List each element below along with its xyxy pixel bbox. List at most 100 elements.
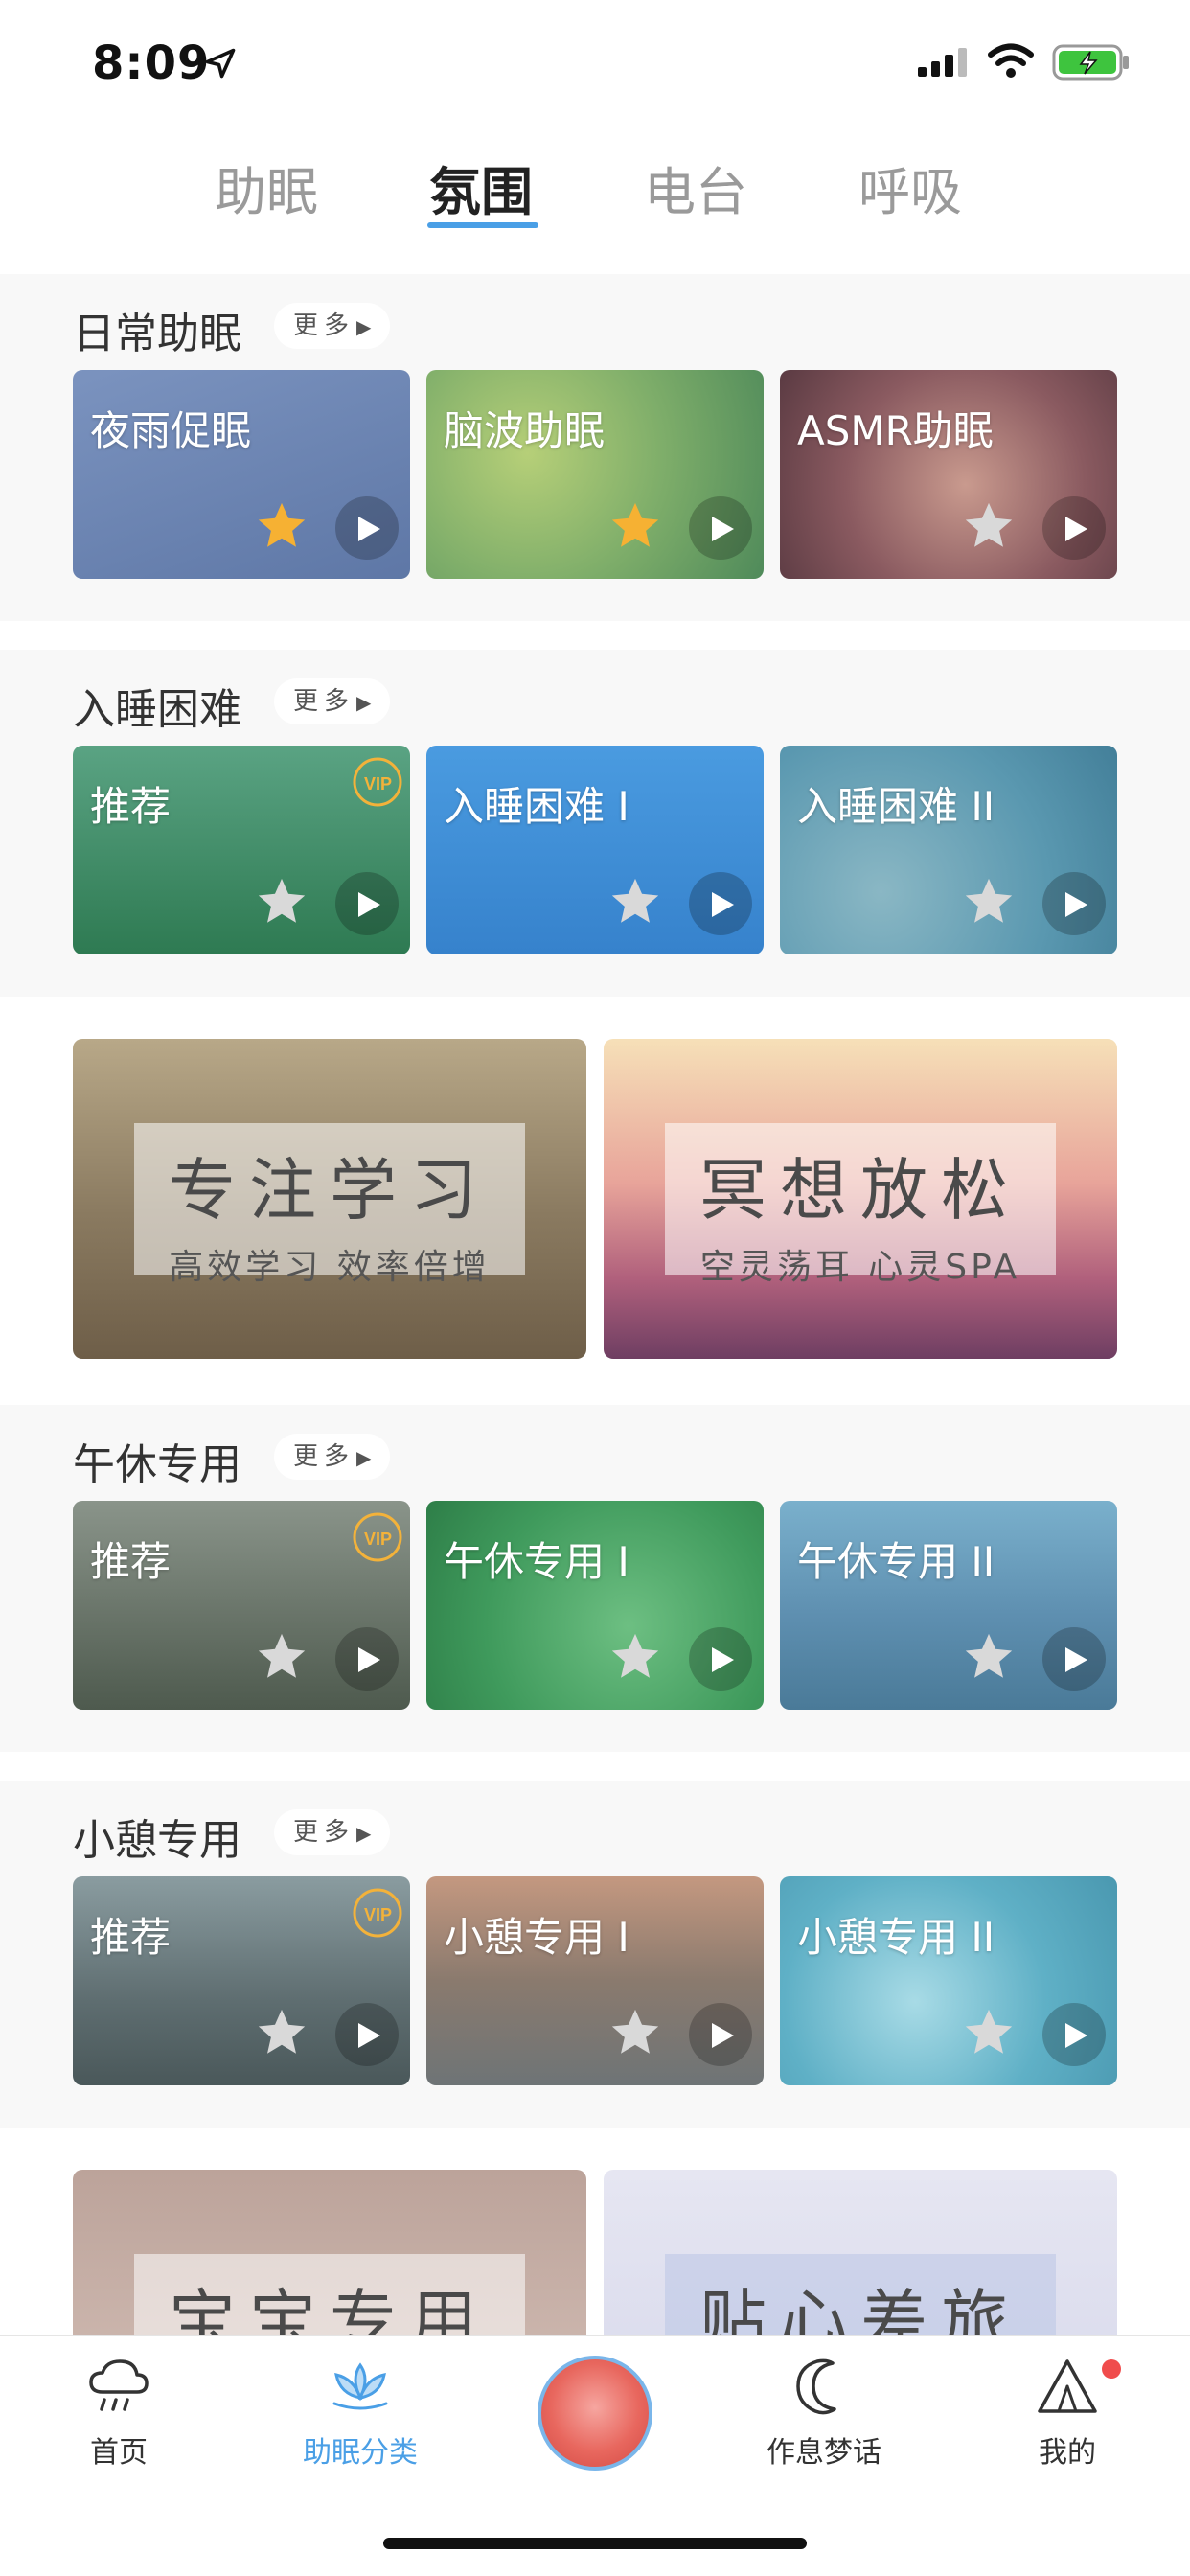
- card-trouble-sleep-2[interactable]: 入睡困难 II: [780, 746, 1117, 954]
- banner-label: 冥想放松 空灵荡耳 心灵SPA: [665, 1123, 1056, 1287]
- more-label: 更多: [293, 1442, 355, 1471]
- card-night-rain[interactable]: 夜雨促眠: [73, 370, 410, 579]
- card-title: 入睡困难 II: [797, 783, 995, 830]
- card-title: 推荐: [90, 1538, 172, 1585]
- nav-sleep-categories[interactable]: 助眠分类: [274, 2356, 446, 2471]
- star-icon[interactable]: [606, 1629, 664, 1685]
- card-title: 午休专用 I: [444, 1538, 629, 1585]
- star-icon[interactable]: [960, 1629, 1018, 1685]
- triangle-right-icon: ▶: [356, 315, 372, 338]
- star-icon[interactable]: [253, 1629, 310, 1685]
- play-button[interactable]: [1042, 1627, 1106, 1690]
- banner-title: 冥想放松: [699, 1151, 1021, 1230]
- banner-baby[interactable]: 宝宝专用: [73, 2170, 586, 2334]
- play-icon: [1065, 1647, 1087, 1672]
- star-icon[interactable]: [960, 498, 1018, 554]
- cellular-signal-icon: [918, 48, 967, 77]
- card-recommended[interactable]: 推荐 VIP: [73, 1876, 410, 2085]
- battery-charging-icon: [1052, 44, 1129, 80]
- star-filled-icon[interactable]: [606, 498, 664, 554]
- tab-radio[interactable]: 电台: [629, 150, 763, 236]
- more-button[interactable]: 更多 ▶: [274, 303, 391, 349]
- star-icon[interactable]: [253, 2005, 310, 2060]
- star-icon[interactable]: [606, 2005, 664, 2060]
- play-button[interactable]: [335, 2003, 399, 2066]
- triangle-right-icon: ▶: [356, 1446, 372, 1469]
- tab-breathing[interactable]: 呼吸: [843, 150, 977, 236]
- svg-text:VIP: VIP: [364, 774, 392, 794]
- banner-meditation[interactable]: 冥想放松 空灵荡耳 心灵SPA: [604, 1039, 1117, 1359]
- more-button[interactable]: 更多 ▶: [274, 678, 391, 724]
- play-icon: [712, 2023, 734, 2048]
- play-button[interactable]: [335, 1627, 399, 1690]
- section-short-rest: 小憩专用 更多 ▶ 推荐 VIP 小憩专用 I 小憩专用 II: [0, 1781, 1190, 2128]
- play-button[interactable]: [689, 872, 752, 935]
- card-title: 小憩专用 II: [797, 1914, 995, 1961]
- play-icon: [1065, 2023, 1087, 2048]
- svg-text:VIP: VIP: [364, 1905, 392, 1924]
- card-asmr[interactable]: ASMR助眠: [780, 370, 1117, 579]
- nav-label: 首页: [90, 2436, 148, 2470]
- banner-subtitle: 高效学习 效率倍增: [169, 1248, 491, 1287]
- play-button[interactable]: [689, 2003, 752, 2066]
- card-nap-2[interactable]: 午休专用 II: [780, 1501, 1117, 1710]
- rain-cloud-icon: [89, 2359, 149, 2411]
- tab-sleep-aid[interactable]: 助眠: [199, 150, 333, 236]
- home-indicator: [383, 2538, 807, 2549]
- vip-badge-icon: VIP: [353, 1512, 402, 1562]
- star-icon[interactable]: [606, 874, 664, 930]
- triangle-right-icon: ▶: [356, 691, 372, 714]
- star-icon[interactable]: [960, 874, 1018, 930]
- banner-travel[interactable]: 贴心差旅: [604, 2170, 1117, 2334]
- notification-badge: [1102, 2359, 1121, 2379]
- nav-home[interactable]: 首页: [33, 2356, 205, 2471]
- more-label: 更多: [293, 687, 355, 716]
- banner-focus-study[interactable]: 专注学习 高效学习 效率倍增: [73, 1039, 586, 1359]
- play-icon: [1065, 892, 1087, 917]
- play-button[interactable]: [335, 872, 399, 935]
- play-button[interactable]: [1042, 872, 1106, 935]
- banner-title: 宝宝专用: [169, 2282, 491, 2334]
- banner-label: 专注学习 高效学习 效率倍增: [134, 1123, 525, 1287]
- more-button[interactable]: 更多 ▶: [274, 1434, 391, 1480]
- card-title: 脑波助眠: [444, 407, 606, 454]
- more-label: 更多: [293, 311, 355, 340]
- status-time: 8:09: [92, 36, 211, 90]
- play-button[interactable]: [1042, 496, 1106, 560]
- card-short-rest-2[interactable]: 小憩专用 II: [780, 1876, 1117, 2085]
- play-button[interactable]: [689, 496, 752, 560]
- player-disc-icon[interactable]: [538, 2356, 652, 2471]
- more-label: 更多: [293, 1818, 355, 1847]
- play-button[interactable]: [689, 1627, 752, 1690]
- svg-text:VIP: VIP: [364, 1530, 392, 1549]
- star-icon[interactable]: [960, 2005, 1018, 2060]
- card-brainwave[interactable]: 脑波助眠: [426, 370, 764, 579]
- play-icon: [358, 892, 380, 917]
- card-recommended[interactable]: 推荐 VIP: [73, 746, 410, 954]
- nav-mine[interactable]: 我的: [981, 2356, 1154, 2471]
- triangle-right-icon: ▶: [356, 1822, 372, 1845]
- star-icon[interactable]: [253, 874, 310, 930]
- play-button[interactable]: [1042, 2003, 1106, 2066]
- card-nap-1[interactable]: 午休专用 I: [426, 1501, 764, 1710]
- more-button[interactable]: 更多 ▶: [274, 1809, 391, 1855]
- card-short-rest-1[interactable]: 小憩专用 I: [426, 1876, 764, 2085]
- card-title: 推荐: [90, 1914, 172, 1961]
- location-arrow-icon: [205, 48, 236, 79]
- play-icon: [358, 517, 380, 541]
- card-trouble-sleep-1[interactable]: 入睡困难 I: [426, 746, 764, 954]
- section-title: 日常助眠: [73, 310, 241, 358]
- banner-subtitle: 空灵荡耳 心灵SPA: [699, 1248, 1021, 1287]
- banner-label: 宝宝专用: [134, 2254, 525, 2334]
- play-icon: [358, 2023, 380, 2048]
- play-button[interactable]: [335, 496, 399, 560]
- section-title: 入睡困难: [73, 685, 241, 734]
- play-icon: [712, 1647, 734, 1672]
- nav-schedule-dreamtalk[interactable]: 作息梦话: [738, 2356, 910, 2471]
- card-recommended[interactable]: 推荐 VIP: [73, 1501, 410, 1710]
- active-tab-indicator: [427, 222, 538, 228]
- nav-label: 我的: [1039, 2436, 1096, 2470]
- star-filled-icon[interactable]: [253, 498, 310, 554]
- category-tab-bar: 助眠 氛围 电台 呼吸: [0, 134, 1190, 268]
- card-title: ASMR助眠: [797, 407, 994, 454]
